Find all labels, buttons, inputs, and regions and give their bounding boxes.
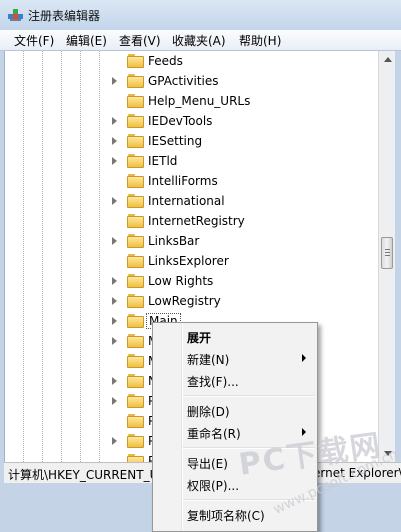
ctx-new[interactable]: 新建(N) [154, 347, 316, 369]
expand-arrow-icon[interactable] [112, 317, 117, 325]
scroll-down-arrow-icon[interactable] [384, 451, 392, 456]
tree-item-label: Low Rights [148, 274, 214, 288]
folder-icon [127, 274, 145, 288]
submenu-arrow-icon [302, 428, 306, 436]
folder-icon [127, 214, 145, 228]
window-frame [395, 51, 401, 471]
menu-file[interactable]: 文件(F) [14, 32, 54, 49]
folder-icon [127, 414, 145, 428]
folder-icon [127, 114, 145, 128]
ctx-new-label: 新建(N) [187, 353, 230, 367]
menu-bar: 文件(F) 编辑(E) 查看(V) 收藏夹(A) 帮助(H) [0, 30, 401, 51]
tree-item-label: Help_Menu_URLs [148, 94, 251, 108]
folder-icon [127, 234, 145, 248]
expand-arrow-icon[interactable] [112, 117, 117, 125]
expand-arrow-icon[interactable] [112, 337, 117, 345]
folder-icon [127, 154, 145, 168]
expand-arrow-icon[interactable] [112, 197, 117, 205]
ctx-rename-label: 重命名(R) [187, 427, 241, 441]
tree-item[interactable]: InternetRegistry [5, 211, 379, 231]
tree-item[interactable]: IESetting [5, 131, 379, 151]
menu-view[interactable]: 查看(V) [119, 32, 161, 49]
tree-item-label: IESetting [148, 134, 203, 148]
folder-icon [127, 374, 145, 388]
tree-item-label: LinksExplorer [148, 254, 229, 268]
expand-arrow-icon[interactable] [112, 397, 117, 405]
submenu-arrow-icon [302, 354, 306, 362]
folder-icon [127, 74, 145, 88]
scroll-up-arrow-icon[interactable] [384, 57, 392, 62]
ctx-find[interactable]: 查找(F)... [154, 369, 316, 391]
tree-item[interactable]: Feeds [5, 51, 379, 71]
folder-icon [127, 334, 145, 348]
vertical-scrollbar[interactable] [378, 51, 396, 462]
menu-edit[interactable]: 编辑(E) [66, 32, 107, 49]
status-path-right: ernet Explorer\ [313, 466, 401, 480]
folder-icon [127, 394, 145, 408]
tree-item-label: International [148, 194, 225, 208]
ctx-delete-label: 删除(D) [187, 405, 230, 419]
tree-item[interactable]: LinksBar [5, 231, 379, 251]
tree-item[interactable]: IEDevTools [5, 111, 379, 131]
expand-arrow-icon[interactable] [112, 77, 117, 85]
tree-item[interactable]: LowRegistry [5, 291, 379, 311]
context-menu: 展开 新建(N) 查找(F)... 删除(D) 重命名(R) 导出(E) 权限(… [152, 322, 318, 532]
ctx-copy-key-name-label: 复制项名称(C) [187, 509, 265, 523]
scrollbar-thumb[interactable] [381, 237, 393, 269]
folder-icon [127, 54, 145, 68]
folder-icon [127, 174, 145, 188]
tree-item[interactable]: International [5, 191, 379, 211]
expand-arrow-icon[interactable] [112, 377, 117, 385]
menu-help[interactable]: 帮助(H) [239, 32, 281, 49]
tree-item-label: IEDevTools [148, 114, 213, 128]
expand-arrow-icon[interactable] [112, 157, 117, 165]
ctx-copy-key-name[interactable]: 复制项名称(C) [154, 503, 316, 525]
tree-item[interactable]: IETld [5, 151, 379, 171]
tree-item-label: InternetRegistry [148, 214, 245, 228]
expand-arrow-icon[interactable] [112, 297, 117, 305]
tree-item-label: Feeds [148, 54, 183, 68]
menu-favorites[interactable]: 收藏夹(A) [172, 32, 226, 49]
menu-separator [183, 447, 315, 449]
ctx-expand-label: 展开 [187, 331, 212, 345]
title-bar[interactable]: 注册表编辑器 [0, 0, 401, 30]
tree-item[interactable]: LinksExplorer [5, 251, 379, 271]
folder-icon [127, 194, 145, 208]
tree-item[interactable]: Help_Menu_URLs [5, 91, 379, 111]
window-title: 注册表编辑器 [28, 9, 101, 23]
expand-arrow-icon[interactable] [112, 277, 117, 285]
tree-item-label: IETld [148, 154, 178, 168]
tree-item-label: LowRegistry [148, 294, 221, 308]
tree-item[interactable]: GPActivities [5, 71, 379, 91]
ctx-find-label: 查找(F)... [187, 375, 239, 389]
expand-arrow-icon[interactable] [112, 437, 117, 445]
folder-icon [127, 134, 145, 148]
folder-icon [127, 354, 145, 368]
folder-icon [127, 434, 145, 448]
folder-icon [127, 314, 145, 328]
tree-item[interactable]: IntelliForms [5, 171, 379, 191]
tree-item-label: LinksBar [148, 234, 200, 248]
folder-icon [127, 454, 145, 462]
ctx-permissions[interactable]: 权限(P)... [154, 473, 316, 495]
expand-arrow-icon[interactable] [112, 137, 117, 145]
tree-item[interactable]: Low Rights [5, 271, 379, 291]
ctx-rename[interactable]: 重命名(R) [154, 421, 316, 443]
ctx-export[interactable]: 导出(E) [154, 451, 316, 473]
folder-icon [127, 294, 145, 308]
folder-icon [127, 94, 145, 108]
tree-item-label: GPActivities [148, 74, 219, 88]
expand-arrow-icon[interactable] [112, 237, 117, 245]
menu-separator [183, 395, 315, 397]
status-path-left: 计算机\HKEY_CURRENT_U [8, 468, 159, 482]
ctx-export-label: 导出(E) [187, 457, 228, 471]
ctx-expand[interactable]: 展开 [154, 325, 316, 347]
menu-separator [183, 499, 315, 501]
folder-icon [127, 254, 145, 268]
tree-item-label: IntelliForms [148, 174, 218, 188]
registry-editor-icon [8, 9, 23, 21]
ctx-permissions-label: 权限(P)... [187, 479, 240, 493]
ctx-delete[interactable]: 删除(D) [154, 399, 316, 421]
